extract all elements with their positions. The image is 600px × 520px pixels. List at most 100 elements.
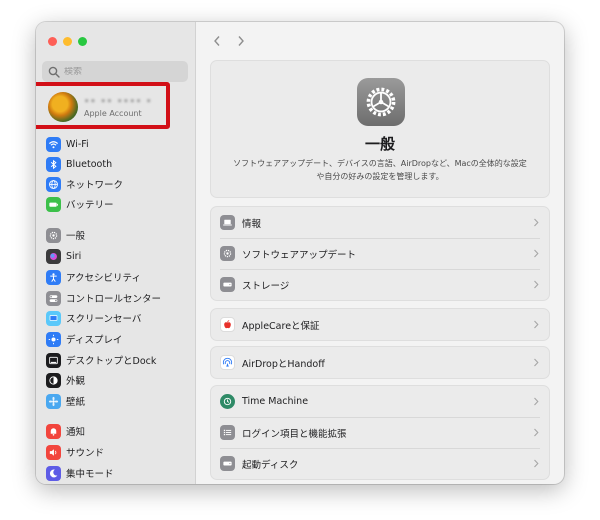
battery-icon (46, 196, 61, 212)
settings-group-airdrop: AirDropとHandoff (210, 346, 550, 379)
row-label: 起動ディスク (242, 459, 299, 471)
sound-icon (46, 444, 61, 460)
chevron-right-icon (534, 320, 539, 329)
row-label: ログイン項目と機能拡張 (242, 428, 347, 440)
apple-icon (220, 317, 235, 332)
time-machine-icon (220, 394, 235, 409)
row-software-update[interactable]: ソフトウェアアップデート (211, 238, 549, 269)
chevron-right-icon (534, 428, 539, 437)
gear-icon (46, 227, 61, 243)
avatar (48, 92, 78, 122)
sidebar-item-screensaver[interactable]: スクリーンセーバ (46, 308, 192, 328)
sidebar-item-label: Wi-Fi (66, 138, 89, 150)
storage-icon (220, 277, 235, 292)
sidebar-item-label: アクセシビリティ (66, 273, 141, 284)
sidebar-item-label: バッテリー (66, 200, 114, 211)
account-text: •• •• •••• • Apple Account (84, 97, 152, 118)
laptop-icon (220, 215, 235, 230)
notification-icon (46, 423, 61, 439)
row-airdrop-handoff[interactable]: AirDropとHandoff (211, 347, 549, 378)
account-name: •• •• •••• • (84, 96, 153, 107)
dock-icon (46, 352, 61, 368)
sidebar-item-label: スクリーンセーバ (66, 314, 142, 325)
sidebar-item-label: デスクトップとDock (66, 356, 157, 367)
update-gear-icon (220, 246, 235, 261)
sidebar-item-bluetooth[interactable]: Bluetooth (46, 154, 192, 174)
general-header-card: 一般 ソフトウェアアップデート、デバイスの言語、AirDropなど、Macの全体… (210, 60, 550, 198)
row-time-machine[interactable]: Time Machine (211, 386, 549, 417)
list-icon (220, 425, 235, 440)
row-label: 情報 (242, 218, 262, 230)
chevron-right-icon (534, 218, 539, 227)
sidebar-item-label: コントロールセンター (66, 294, 162, 305)
row-label: ソフトウェアアップデート (242, 249, 357, 261)
minimize-button[interactable] (63, 37, 72, 46)
search-input[interactable] (64, 66, 174, 77)
sidebar-item-label: 一般 (66, 231, 86, 242)
accessibility-icon (46, 269, 61, 285)
appearance-icon (46, 372, 61, 388)
chevron-left-icon (214, 36, 220, 46)
sidebar-item-appearance[interactable]: 外観 (46, 370, 192, 390)
settings-window: •• •• •••• • Apple Account Wi-Fi Bluetoo… (36, 22, 564, 484)
sidebar-item-accessibility[interactable]: アクセシビリティ (46, 267, 192, 287)
sidebar-item-sound[interactable]: サウンド (46, 442, 192, 462)
search-field[interactable] (42, 61, 188, 82)
sidebar-item-label: 壁紙 (66, 397, 86, 408)
sidebar-item-label: ネットワーク (66, 180, 124, 191)
sidebar-item-display[interactable]: ディスプレイ (46, 329, 192, 349)
chevron-right-icon (534, 280, 539, 289)
row-label: Time Machine (242, 396, 309, 407)
row-label: AirDropとHandoff (242, 358, 325, 370)
sidebar-item-network[interactable]: ネットワーク (46, 174, 192, 194)
main-panel: 一般 ソフトウェアアップデート、デバイスの言語、AirDropなど、Macの全体… (196, 22, 564, 484)
sidebar-item-notifications[interactable]: 通知 (46, 421, 192, 441)
sidebar-item-label: ディスプレイ (66, 335, 123, 346)
control-center-icon (46, 290, 61, 306)
sidebar-item-general[interactable]: 一般 (46, 225, 192, 245)
row-applecare[interactable]: AppleCareと保証 (211, 309, 549, 340)
row-label: ストレージ (242, 280, 290, 292)
sidebar-item-label: Bluetooth (66, 158, 113, 170)
screensaver-icon (46, 310, 61, 326)
chevron-right-icon (534, 397, 539, 406)
display-icon (46, 331, 61, 347)
bluetooth-icon (46, 156, 61, 172)
sidebar-item-battery[interactable]: バッテリー (46, 194, 192, 214)
sidebar-item-focus[interactable]: 集中モード (46, 463, 192, 483)
settings-group-about: 情報 ソフトウェアアップデート ストレージ (210, 206, 550, 301)
sidebar-item-desktop-dock[interactable]: デスクトップとDock (46, 350, 192, 370)
sidebar-item-label: 集中モード (66, 469, 114, 480)
focus-icon (46, 465, 61, 481)
sidebar-item-label: サウンド (66, 448, 105, 459)
airdrop-icon (220, 355, 235, 370)
row-startup-disk[interactable]: 起動ディスク (211, 448, 549, 479)
siri-icon (46, 248, 61, 264)
close-button[interactable] (48, 37, 57, 46)
search-icon (48, 66, 60, 78)
settings-group-system: Time Machine ログイン項目と機能拡張 起動ディスク (210, 385, 550, 480)
sidebar: •• •• •••• • Apple Account Wi-Fi Bluetoo… (36, 22, 196, 484)
row-about[interactable]: 情報 (211, 207, 549, 238)
chevron-right-icon (534, 249, 539, 258)
sidebar-item-wallpaper[interactable]: 壁紙 (46, 391, 192, 411)
sidebar-item-control-center[interactable]: コントロールセンター (46, 288, 192, 308)
sidebar-item-siri[interactable]: Siri (46, 246, 192, 266)
sidebar-item-label: 通知 (66, 427, 86, 438)
disk-icon (220, 456, 235, 471)
sidebar-item-wifi[interactable]: Wi-Fi (46, 134, 192, 154)
page-title: 一般 (364, 135, 395, 153)
chevron-right-icon (534, 358, 539, 367)
gear-icon (357, 78, 405, 126)
page-description: ソフトウェアアップデート、デバイスの言語、AirDropなど、Macの全体的な設… (233, 159, 527, 181)
sidebar-item-label: Siri (66, 250, 82, 262)
row-storage[interactable]: ストレージ (211, 269, 549, 300)
settings-group-applecare: AppleCareと保証 (210, 308, 550, 341)
zoom-button[interactable] (78, 37, 87, 46)
back-button[interactable] (210, 32, 224, 50)
chevron-right-icon (238, 36, 244, 46)
row-login-items[interactable]: ログイン項目と機能拡張 (211, 417, 549, 448)
forward-button[interactable] (234, 32, 248, 50)
apple-account-item[interactable]: •• •• •••• • Apple Account (44, 89, 184, 125)
globe-icon (46, 176, 61, 192)
